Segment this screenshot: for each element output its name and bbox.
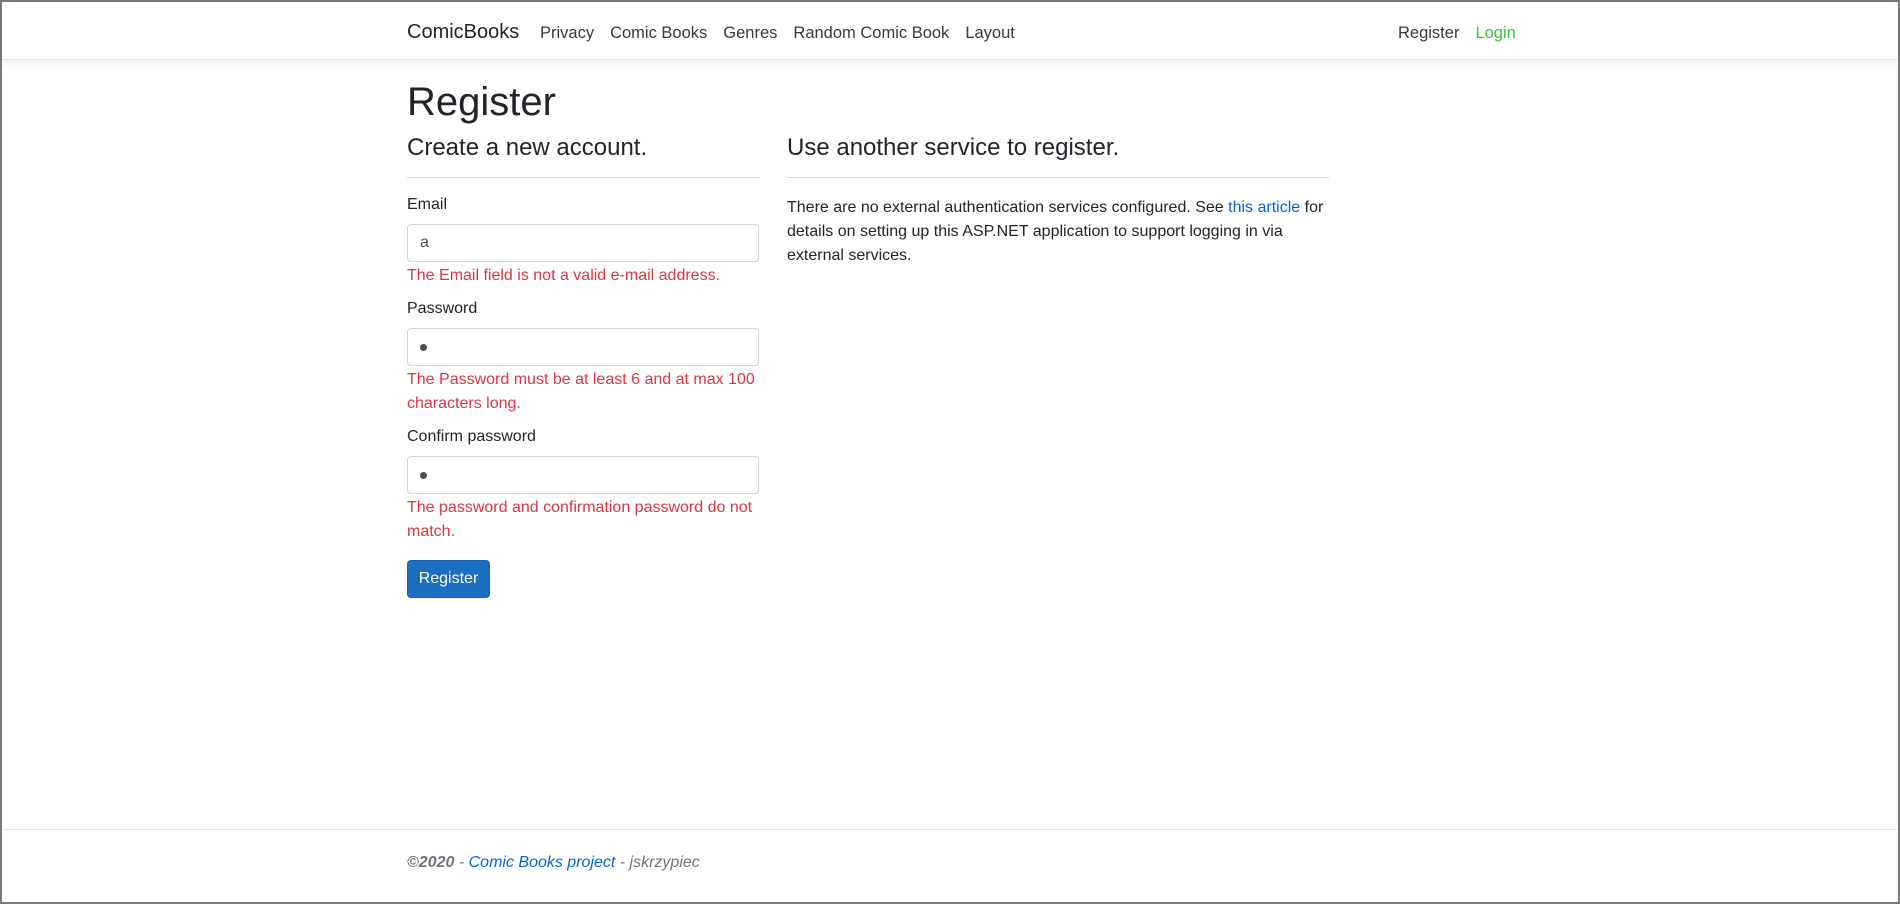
nav-register[interactable]: Register [1398, 24, 1459, 43]
nav-layout[interactable]: Layout [965, 24, 1015, 43]
brand-link[interactable]: ComicBooks [407, 21, 519, 44]
external-text-before: There are no external authentication ser… [787, 199, 1229, 216]
page-title: Register [407, 80, 556, 124]
password-label: Password [407, 300, 478, 317]
nav-genres[interactable]: Genres [723, 24, 777, 43]
email-error: The Email field is not a valid e-mail ad… [407, 267, 721, 284]
confirm-password-error: The password and confirmation password d… [407, 499, 753, 540]
confirm-password-field[interactable] [407, 456, 759, 494]
password-mask-dot [420, 343, 427, 351]
nav-login[interactable]: Login [1475, 24, 1515, 43]
top-navbar: ComicBooks Privacy Comic Books Genres Ra… [2, 2, 1898, 60]
account-nav: Register Login [1398, 24, 1516, 43]
external-logins: Use another service to register. There a… [787, 134, 1329, 268]
password-field[interactable] [407, 328, 759, 366]
this-article-link[interactable]: this article [1228, 199, 1300, 216]
nav-privacy[interactable]: Privacy [540, 24, 594, 43]
register-form: Create a new account. Email a The Email … [407, 134, 759, 598]
external-info: There are no external authentication ser… [787, 196, 1329, 268]
register-button[interactable]: Register [407, 560, 490, 598]
nav-random-comic-book[interactable]: Random Comic Book [793, 24, 949, 43]
form-heading: Create a new account. [407, 134, 759, 178]
footer-author: jskrzypiec [629, 854, 700, 871]
email-group: Email a The Email field is not a valid e… [407, 196, 759, 288]
email-label: Email [407, 196, 448, 213]
main-nav: Privacy Comic Books Genres Random Comic … [540, 24, 1015, 43]
footer-sep-2: - [615, 854, 630, 871]
password-group: Password The Password must be at least 6… [407, 300, 759, 416]
project-link[interactable]: Comic Books project [469, 854, 616, 871]
confirm-password-label: Confirm password [407, 428, 536, 445]
email-value: a [420, 234, 429, 251]
external-heading: Use another service to register. [787, 134, 1329, 178]
confirm-password-mask-dot [420, 471, 427, 479]
footer-sep-1: - [454, 854, 469, 871]
nav-comic-books[interactable]: Comic Books [610, 24, 707, 43]
footer-text: ©2020 - Comic Books project - jskrzypiec [407, 854, 700, 872]
confirm-password-group: Confirm password The password and confir… [407, 428, 759, 544]
footer: ©2020 - Comic Books project - jskrzypiec [2, 829, 1898, 902]
copyright: ©2020 [407, 854, 455, 871]
email-field[interactable]: a [407, 224, 759, 262]
password-error: The Password must be at least 6 and at m… [407, 371, 755, 412]
